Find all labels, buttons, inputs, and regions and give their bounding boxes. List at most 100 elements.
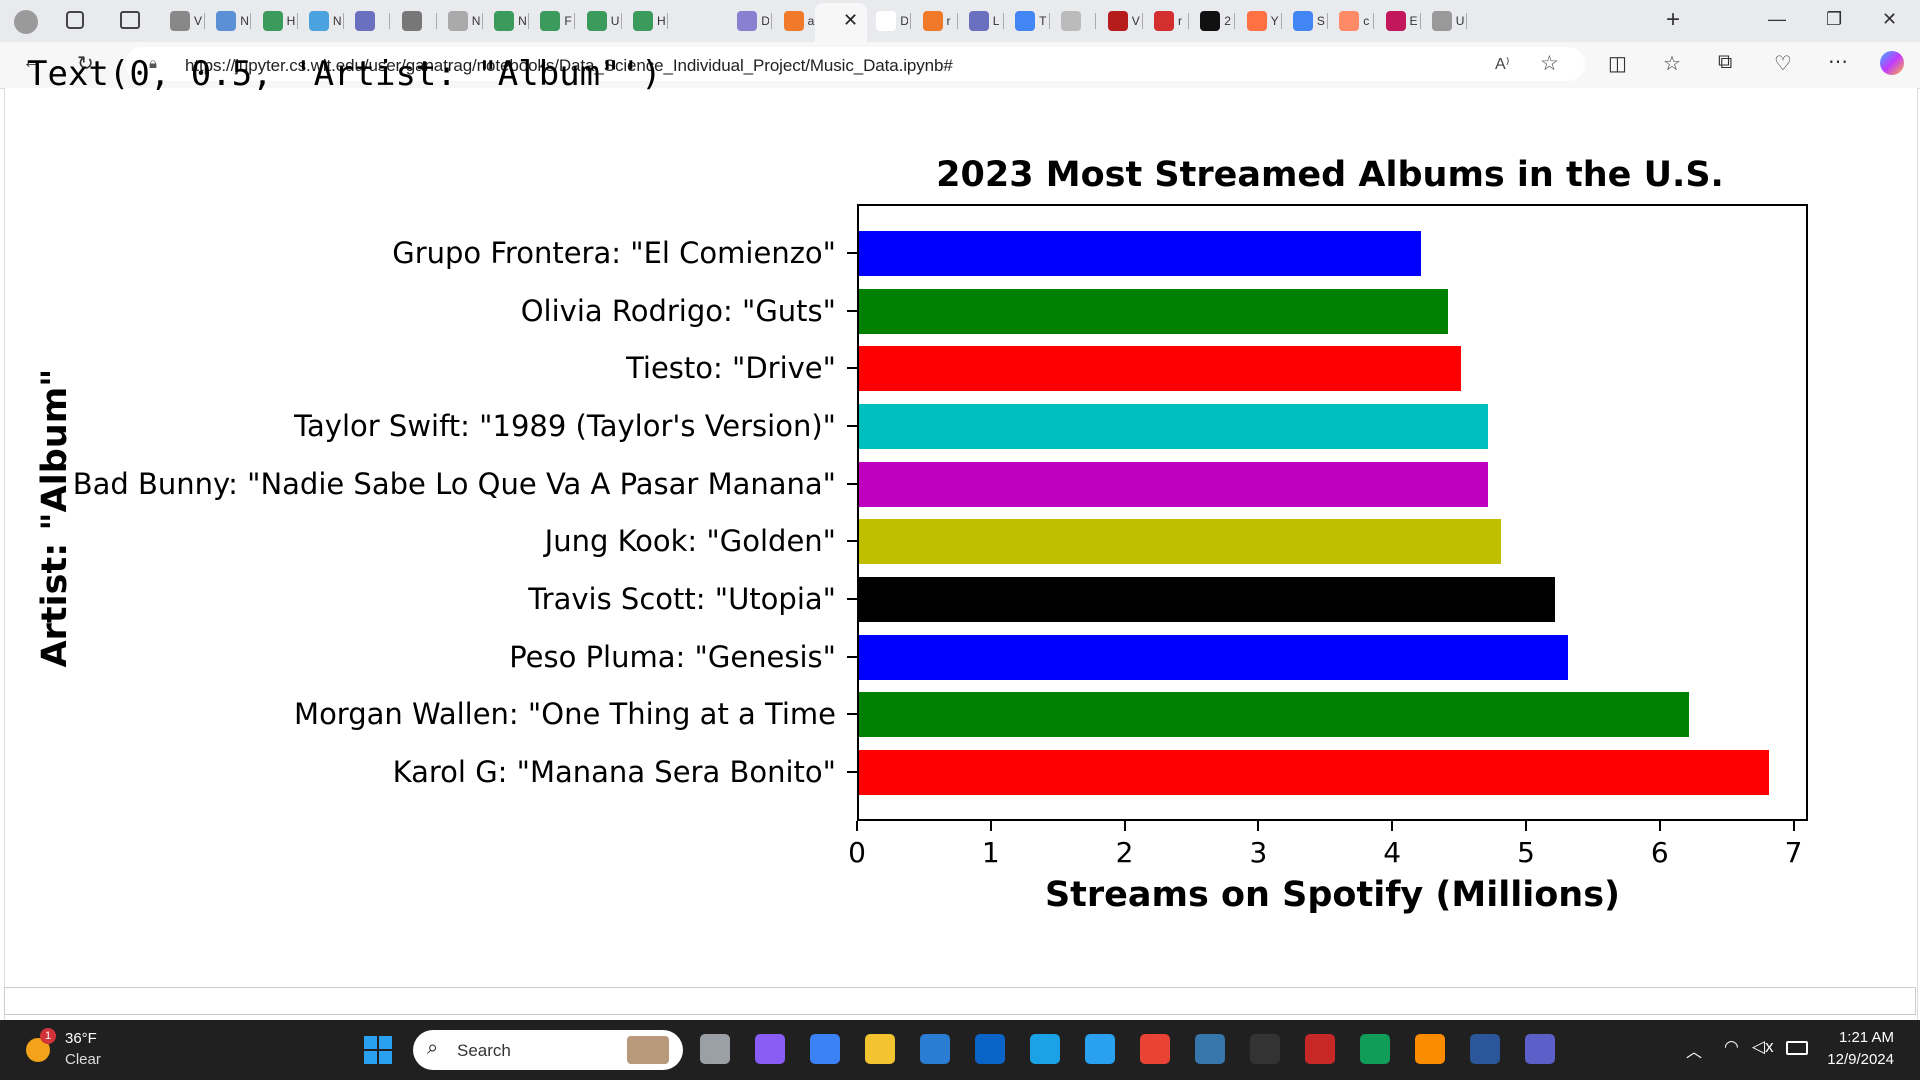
- browser-tab[interactable]: N: [494, 6, 530, 36]
- browser-tab[interactable]: r: [1154, 6, 1189, 36]
- x-tick: [856, 821, 858, 831]
- tab-favicon-icon: [1200, 11, 1221, 31]
- file-explorer-icon[interactable]: [865, 1034, 895, 1064]
- xampp-ide-icon[interactable]: [1305, 1034, 1335, 1064]
- browser-tab[interactable]: U: [586, 6, 622, 36]
- favorites-icon[interactable]: ☆: [1663, 51, 1681, 76]
- help-app-icon[interactable]: [1085, 1034, 1115, 1064]
- browser-tab[interactable]: F: [540, 6, 576, 36]
- python-icon[interactable]: [1195, 1034, 1225, 1064]
- collections-icon[interactable]: ⧉: [1718, 51, 1732, 74]
- volume-muted-icon[interactable]: ◁x: [1752, 1037, 1774, 1057]
- browser-tab[interactable]: E: [1385, 6, 1421, 36]
- xampp-icon[interactable]: [1415, 1034, 1445, 1064]
- word-icon[interactable]: [1470, 1034, 1500, 1064]
- profile-avatar-icon[interactable]: [14, 10, 38, 34]
- x-tick: [1257, 821, 1260, 831]
- tab-label: 2: [1224, 14, 1231, 28]
- browser-tab[interactable]: Y: [1246, 6, 1282, 36]
- y-tick: [847, 655, 857, 658]
- browser-tab[interactable]: N: [216, 6, 252, 36]
- taskbar: 1 36°F Clear ⌕ Search ︿ ◠ ◁x 1:21 AM 12/…: [0, 1020, 1920, 1080]
- workspaces-icon[interactable]: [66, 11, 84, 29]
- x-tick: [1792, 821, 1795, 831]
- browser-tab[interactable]: D: [737, 6, 773, 36]
- read-aloud-icon[interactable]: A⁾: [1495, 54, 1510, 74]
- copilot-app-icon[interactable]: [755, 1034, 785, 1064]
- tab-favicon-icon: [401, 11, 422, 31]
- wifi-icon[interactable]: ◠: [1724, 1037, 1739, 1057]
- copilot-icon[interactable]: [1880, 51, 1904, 75]
- show-hidden-icons-chevron-icon[interactable]: ︿: [1686, 1038, 1702, 1062]
- tab-favicon-icon: [1431, 11, 1452, 31]
- x-tick: [1123, 821, 1126, 831]
- browser-tab[interactable]: N: [447, 6, 483, 36]
- y-tick-label: Peso Pluma: "Genesis": [509, 639, 836, 674]
- new-tab-icon[interactable]: +: [1666, 6, 1680, 34]
- tab-label: L: [992, 14, 1000, 28]
- bing-app-icon[interactable]: [810, 1034, 840, 1064]
- active-tab[interactable]: ✕: [815, 3, 867, 42]
- task-view-icon[interactable]: [700, 1034, 730, 1064]
- more-menu-icon[interactable]: ⋯: [1828, 49, 1848, 74]
- browser-tab[interactable]: V: [170, 6, 205, 36]
- browser-tab[interactable]: N: [308, 6, 344, 36]
- y-tick: [847, 367, 857, 370]
- cell-output-text: Text(0, 0.5, 'Artist: "Album"'): [27, 54, 662, 94]
- tab-actions-icon[interactable]: [120, 11, 140, 29]
- restore-icon[interactable]: ❐: [1826, 9, 1842, 30]
- browser-tab[interactable]: S: [1292, 6, 1328, 36]
- x-tick-label: 5: [1517, 836, 1535, 869]
- tab-label: V: [1131, 14, 1140, 28]
- browser-tab[interactable]: [401, 6, 437, 36]
- browser-essentials-icon[interactable]: ♡: [1774, 51, 1792, 76]
- microsoft-store-icon[interactable]: [920, 1034, 950, 1064]
- browser-tab[interactable]: [1061, 6, 1097, 36]
- browser-tab[interactable]: [355, 6, 391, 36]
- tab-label: N: [332, 14, 341, 28]
- browser-tab[interactable]: T: [1015, 6, 1051, 36]
- browser-tab[interactable]: r: [922, 6, 958, 36]
- browser-tab[interactable]: c: [1339, 6, 1375, 36]
- tab-favicon-icon: [355, 11, 376, 31]
- tab-label: V: [194, 14, 202, 28]
- browser-tab[interactable]: H: [262, 6, 298, 36]
- tab-label: F: [564, 14, 572, 28]
- teams-icon[interactable]: [1525, 1034, 1555, 1064]
- edge-icon[interactable]: [1360, 1034, 1390, 1064]
- battery-icon[interactable]: [1786, 1041, 1808, 1055]
- tab-favicon-icon: [1385, 11, 1406, 31]
- taskbar-search[interactable]: ⌕ Search: [413, 1030, 683, 1070]
- split-screen-icon[interactable]: ◫: [1608, 51, 1627, 76]
- chart-title: 2023 Most Streamed Albums in the U.S.: [936, 155, 1724, 195]
- next-cell-input[interactable]: [4, 987, 1916, 1015]
- browser-tab[interactable]: H: [633, 6, 668, 36]
- terminal-icon[interactable]: [1250, 1034, 1280, 1064]
- tab-label: r: [946, 14, 951, 28]
- browser-tab[interactable]: D: [876, 6, 912, 36]
- chrome-icon[interactable]: [1140, 1034, 1170, 1064]
- favorite-star-icon[interactable]: ☆: [1540, 51, 1559, 76]
- minimize-icon[interactable]: —: [1768, 9, 1786, 30]
- y-tick: [847, 482, 857, 485]
- y-tick: [847, 309, 857, 312]
- browser-tab[interactable]: V: [1107, 6, 1143, 36]
- browser-tab[interactable]: a: [783, 6, 819, 36]
- close-tab-icon[interactable]: ✕: [843, 10, 858, 31]
- tab-favicon-icon: [540, 11, 561, 31]
- clock-time[interactable]: 1:21 AM: [1839, 1029, 1894, 1046]
- tab-label: Y: [1270, 14, 1279, 28]
- tab-favicon-icon: [737, 11, 758, 31]
- clock-date[interactable]: 12/9/2024: [1827, 1051, 1894, 1068]
- mylo-app-icon[interactable]: [1030, 1034, 1060, 1064]
- y-tick-label: Morgan Wallen: "One Thing at a Time: [294, 697, 836, 732]
- search-label: Search: [457, 1041, 511, 1060]
- browser-tab[interactable]: L: [968, 6, 1004, 36]
- browser-tab[interactable]: 2: [1200, 6, 1236, 36]
- close-window-icon[interactable]: ✕: [1882, 9, 1897, 30]
- browser-tab[interactable]: U: [1431, 6, 1467, 36]
- outlook-icon[interactable]: [975, 1034, 1005, 1064]
- tab-label: N: [471, 14, 480, 28]
- x-axis-label: Streams on Spotify (Millions): [1044, 875, 1621, 915]
- start-icon[interactable]: [364, 1036, 392, 1064]
